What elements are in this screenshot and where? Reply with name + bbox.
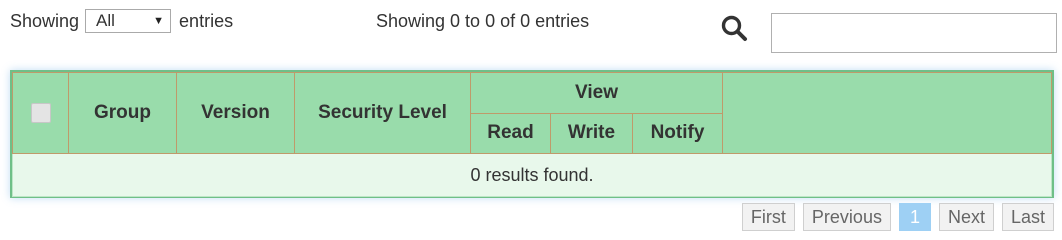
search-icon <box>721 15 747 41</box>
entries-select[interactable]: All ▼ <box>85 9 172 33</box>
column-header-security-level[interactable]: Security Level <box>294 72 471 154</box>
length-control: Showing All ▼ entries <box>10 8 233 34</box>
entries-select-value: All <box>96 11 115 30</box>
column-header-notify[interactable]: Notify <box>632 112 723 154</box>
column-header-read[interactable]: Read <box>470 112 551 154</box>
column-group-header-view: View <box>470 72 723 114</box>
current-page-button[interactable]: 1 <box>898 203 931 231</box>
select-all-header <box>12 72 69 154</box>
last-page-button[interactable]: Last <box>1001 203 1054 231</box>
length-suffix-label: entries <box>179 10 234 31</box>
previous-page-button[interactable]: Previous <box>802 203 891 231</box>
community-table: Group Version Security Level View Read W… <box>10 70 1054 198</box>
search-input[interactable] <box>771 13 1057 53</box>
empty-row: 0 results found. <box>12 153 1052 197</box>
first-page-button[interactable]: First <box>741 203 795 231</box>
length-prefix-label: Showing <box>10 10 80 31</box>
column-header-write[interactable]: Write <box>550 112 633 154</box>
entries-summary: Showing 0 to 0 of 0 entries <box>376 10 590 31</box>
pagination: First Previous 1 Next Last <box>741 203 1054 231</box>
column-header-group[interactable]: Group <box>68 72 177 154</box>
dropdown-arrow-icon: ▼ <box>153 15 165 27</box>
select-all-checkbox[interactable] <box>30 102 51 123</box>
next-page-button[interactable]: Next <box>938 203 994 231</box>
empty-message: 0 results found. <box>12 153 1052 197</box>
column-header-blank <box>722 72 1052 154</box>
column-header-version[interactable]: Version <box>176 72 295 154</box>
